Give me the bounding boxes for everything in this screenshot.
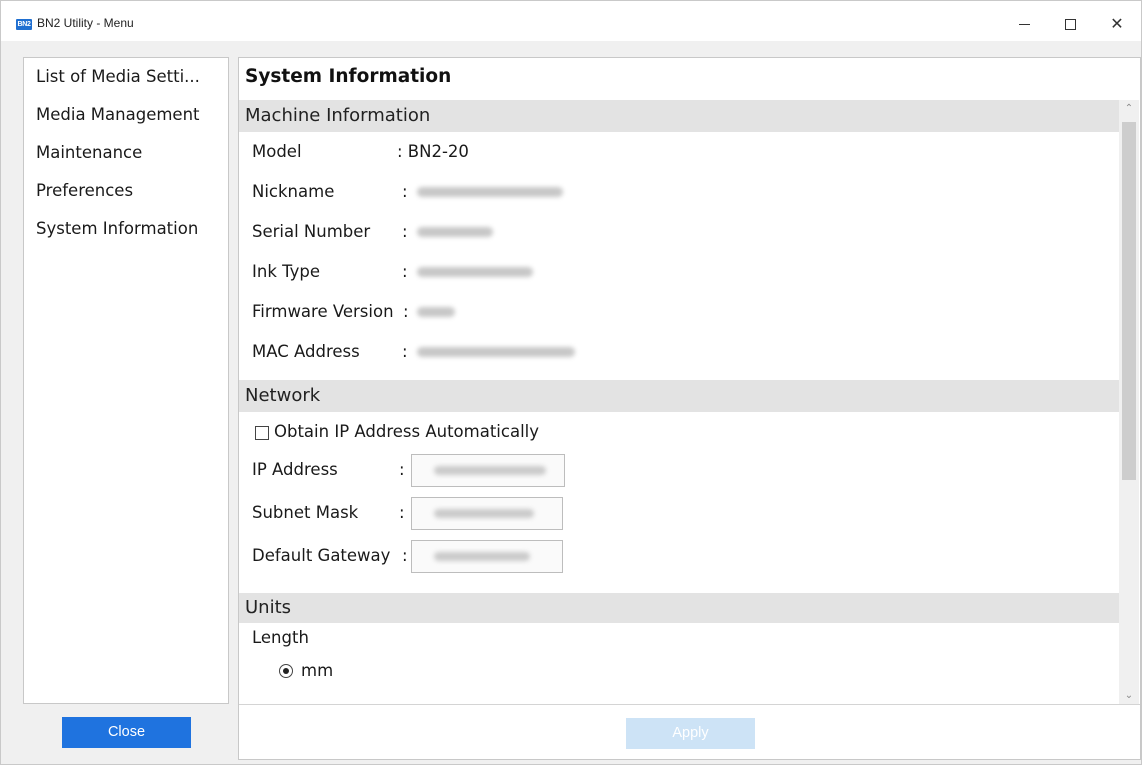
section-header-machine-information: Machine Information: [239, 100, 1119, 132]
sidebar-item-list-of-media-settings[interactable]: List of Media Setti...: [24, 58, 228, 96]
firmware-version-colon: :: [403, 302, 409, 321]
model-value: : BN2-20: [397, 142, 469, 161]
length-mm-label[interactable]: mm: [301, 657, 333, 685]
sidebar-item-system-information[interactable]: System Information: [24, 210, 228, 248]
ink-type-label: Ink Type: [252, 262, 321, 281]
serial-number-value-redacted: [417, 227, 493, 237]
default-gateway-colon: :: [402, 546, 408, 565]
ip-address-value-redacted: [434, 466, 546, 475]
maximize-button[interactable]: [1047, 9, 1093, 39]
app-window: BN2 BN2 Utility - Menu ✕ List of Media S…: [0, 0, 1142, 765]
default-gateway-value-redacted: [434, 552, 530, 561]
mac-address-label: MAC Address: [252, 342, 360, 361]
ip-address-colon: :: [399, 460, 405, 479]
scroll-down-arrow-icon[interactable]: ⌄: [1119, 687, 1139, 705]
mac-address-row: MAC Address :: [239, 332, 1119, 372]
ip-address-label: IP Address: [252, 460, 338, 479]
sidebar: List of Media Setti... Media Management …: [23, 57, 229, 704]
sidebar-item-maintenance[interactable]: Maintenance: [24, 134, 228, 172]
settings-scroll-area: Machine Information Model : BN2-20 Nickn…: [239, 100, 1119, 704]
default-gateway-label: Default Gateway: [252, 546, 391, 565]
minimize-button[interactable]: [1001, 9, 1047, 39]
window-title: BN2 Utility - Menu: [37, 16, 134, 30]
section-header-units: Units: [239, 593, 1119, 623]
window-close-button[interactable]: ✕: [1094, 9, 1140, 39]
subnet-mask-label: Subnet Mask: [252, 503, 359, 522]
ink-type-value-redacted: [417, 267, 533, 277]
serial-number-label: Serial Number: [252, 222, 371, 241]
nickname-colon: :: [402, 182, 408, 201]
firmware-version-row: Firmware Version :: [239, 292, 1119, 332]
obtain-ip-checkbox[interactable]: [255, 426, 269, 440]
ip-address-input[interactable]: [411, 454, 565, 487]
subnet-mask-row: Subnet Mask :: [239, 493, 1119, 536]
nickname-label: Nickname: [252, 182, 335, 201]
main-panel: System Information Machine Information M…: [238, 57, 1141, 760]
apply-button[interactable]: Apply: [626, 718, 755, 749]
default-gateway-input[interactable]: [411, 540, 563, 573]
scrollbar-thumb[interactable]: [1122, 122, 1136, 480]
page-title: System Information: [245, 66, 452, 87]
ip-address-row: IP Address :: [239, 450, 1119, 493]
ink-type-row: Ink Type :: [239, 252, 1119, 292]
ink-type-colon: :: [402, 262, 408, 281]
nickname-value-redacted: [417, 187, 563, 197]
length-mm-row: mm: [239, 657, 1119, 691]
obtain-ip-label[interactable]: Obtain IP Address Automatically: [274, 412, 539, 452]
radio-selected-dot: [283, 668, 289, 674]
section-header-network: Network: [239, 380, 1119, 412]
subnet-mask-value-redacted: [434, 509, 534, 518]
serial-number-row: Serial Number :: [239, 212, 1119, 252]
sidebar-nav: List of Media Setti... Media Management …: [24, 58, 228, 248]
nickname-row: Nickname :: [239, 172, 1119, 212]
serial-number-colon: :: [402, 222, 408, 241]
vertical-scrollbar[interactable]: ⌃ ⌄: [1119, 100, 1139, 705]
subnet-mask-input[interactable]: [411, 497, 563, 530]
obtain-ip-row: Obtain IP Address Automatically: [239, 412, 1119, 450]
close-icon: ✕: [1110, 14, 1124, 33]
minimize-icon: [1018, 24, 1030, 25]
maximize-icon: [1064, 19, 1076, 30]
sidebar-item-preferences[interactable]: Preferences: [24, 172, 228, 210]
model-label: Model: [252, 142, 302, 161]
app-logo-icon: BN2: [16, 19, 32, 30]
firmware-version-label: Firmware Version: [252, 302, 394, 321]
sidebar-item-media-management[interactable]: Media Management: [24, 96, 228, 134]
mac-address-value-redacted: [417, 347, 575, 357]
title-bar: BN2 BN2 Utility - Menu ✕: [1, 1, 1141, 41]
length-label: Length: [252, 628, 309, 647]
close-button[interactable]: Close: [62, 717, 191, 748]
firmware-version-value-redacted: [417, 307, 455, 317]
subnet-mask-colon: :: [399, 503, 405, 522]
scroll-up-arrow-icon[interactable]: ⌃: [1119, 100, 1139, 118]
mac-address-colon: :: [402, 342, 408, 361]
bottom-divider: [239, 704, 1140, 705]
default-gateway-row: Default Gateway :: [239, 536, 1119, 579]
length-mm-radio[interactable]: [279, 664, 293, 678]
model-row: Model : BN2-20: [239, 132, 1119, 172]
